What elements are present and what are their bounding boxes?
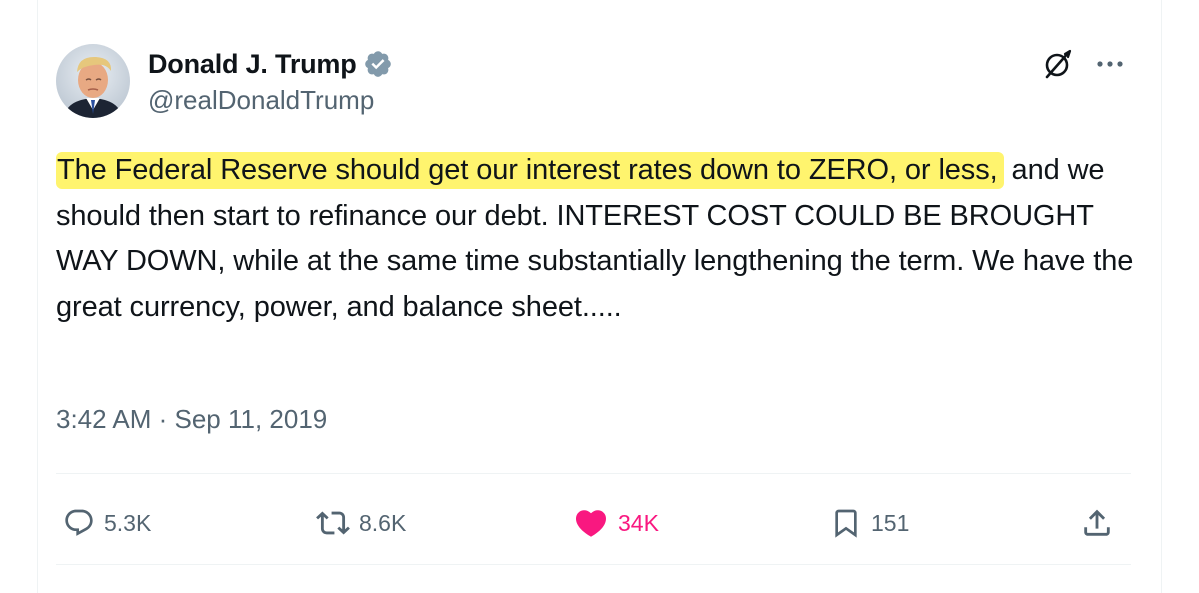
divider <box>56 564 1131 565</box>
reply-count: 5.3K <box>104 509 152 536</box>
retweet-button[interactable]: 8.6K <box>316 503 406 543</box>
tweet-text: The Federal Reserve should get our inter… <box>56 148 1146 330</box>
retweet-icon <box>316 511 350 535</box>
avatar-portrait-image <box>56 44 130 118</box>
bookmark-count: 151 <box>871 509 910 536</box>
like-count: 34K <box>618 509 659 536</box>
author-name-row: Donald J. Trump <box>148 44 393 84</box>
like-button[interactable]: 34K <box>573 503 659 543</box>
more-options-button[interactable] <box>1090 44 1130 84</box>
verified-badge-icon <box>363 49 393 79</box>
divider <box>56 473 1131 474</box>
frame-border-right <box>1161 0 1162 593</box>
tweet-timestamp[interactable]: 3:42 AM · Sep 11, 2019 <box>56 404 327 435</box>
author-avatar[interactable] <box>56 44 130 118</box>
heart-icon <box>575 510 607 537</box>
more-icon <box>1097 61 1123 67</box>
reply-button[interactable]: 5.3K <box>63 503 151 543</box>
retweet-count: 8.6K <box>359 509 407 536</box>
share-button[interactable] <box>1080 503 1114 543</box>
grok-icon <box>1045 49 1072 79</box>
author-handle[interactable]: @realDonaldTrump <box>148 85 374 116</box>
highlighted-text: The Federal Reserve should get our inter… <box>56 152 1004 189</box>
grok-button[interactable] <box>1038 44 1078 84</box>
author-display-name[interactable]: Donald J. Trump <box>148 49 357 80</box>
tweet-card: Donald J. Trump @realDonaldTrump The Fed… <box>38 0 1161 593</box>
bookmark-button[interactable]: 151 <box>830 503 909 543</box>
reply-icon <box>65 509 93 536</box>
bookmark-icon <box>835 509 857 538</box>
share-icon <box>1084 509 1110 536</box>
